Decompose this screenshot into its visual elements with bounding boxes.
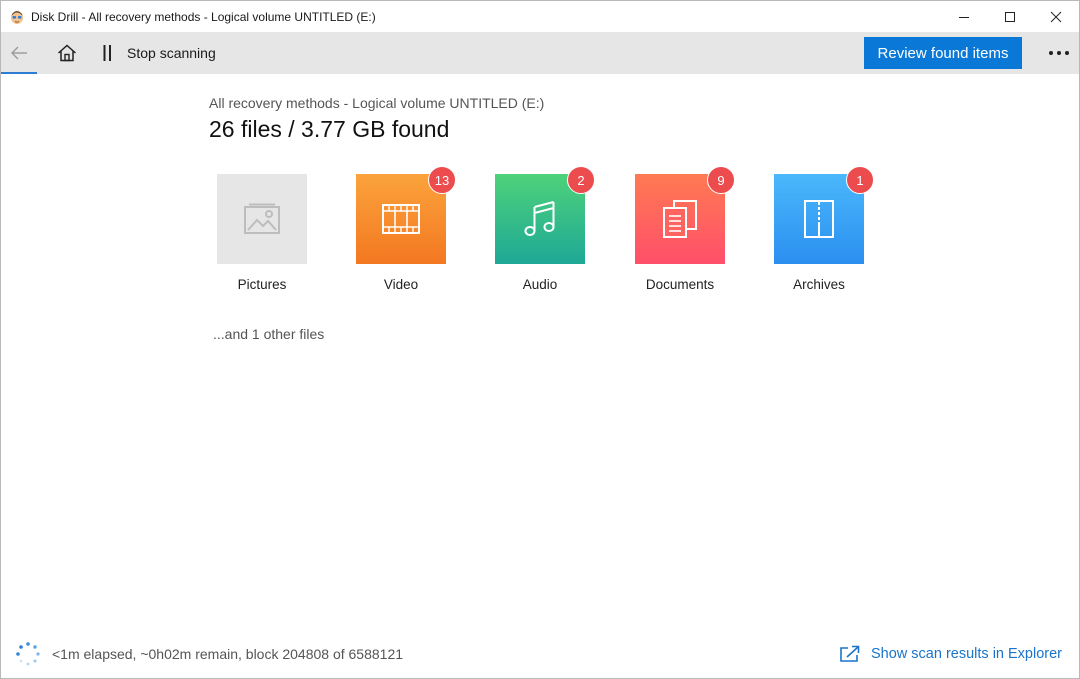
review-found-items-button[interactable]: Review found items xyxy=(864,37,1022,69)
home-button[interactable] xyxy=(49,32,85,74)
film-icon xyxy=(382,204,420,234)
stop-scanning-label: Stop scanning xyxy=(127,45,216,61)
tile-pictures[interactable]: Pictures xyxy=(217,174,309,292)
app-window: Disk Drill - All recovery methods - Logi… xyxy=(0,0,1080,679)
count-badge: 2 xyxy=(567,166,595,194)
title-bar: Disk Drill - All recovery methods - Logi… xyxy=(1,1,1079,32)
back-button-underline xyxy=(1,72,37,74)
document-icon xyxy=(663,200,697,238)
music-note-icon xyxy=(524,201,555,236)
image-icon xyxy=(244,203,280,234)
tile-video-box[interactable]: 13 xyxy=(356,166,456,264)
tile-label: Video xyxy=(383,277,419,292)
spinner-icon xyxy=(16,642,40,666)
count-badge: 13 xyxy=(428,166,456,194)
back-button[interactable] xyxy=(1,32,37,74)
window-controls xyxy=(941,1,1079,32)
show-results-label: Show scan results in Explorer xyxy=(871,646,1062,662)
tile-video[interactable]: 13 Video xyxy=(356,166,456,292)
tile-label: Pictures xyxy=(237,277,287,292)
maximize-icon xyxy=(1005,11,1015,22)
maximize-button[interactable] xyxy=(987,1,1033,32)
tile-archives[interactable]: 1 Archives xyxy=(774,166,874,292)
breadcrumb: All recovery methods - Logical volume UN… xyxy=(209,95,545,111)
disk-drill-app-icon xyxy=(9,9,25,25)
tile-label: Documents xyxy=(645,277,715,292)
show-results-in-explorer-link[interactable]: Show scan results in Explorer xyxy=(839,644,1062,664)
close-button[interactable] xyxy=(1033,1,1079,32)
stop-scanning-button[interactable]: Stop scanning xyxy=(101,32,216,74)
tile-documents-box[interactable]: 9 xyxy=(635,166,735,264)
tile-pictures-box[interactable] xyxy=(217,174,307,264)
tile-audio-box[interactable]: 2 xyxy=(495,166,595,264)
tile-audio[interactable]: 2 Audio xyxy=(495,166,595,292)
pause-icon xyxy=(103,45,111,61)
window-title: Disk Drill - All recovery methods - Logi… xyxy=(31,9,376,24)
count-badge: 1 xyxy=(846,166,874,194)
back-arrow-icon xyxy=(11,46,27,60)
tile-archives-box[interactable]: 1 xyxy=(774,166,874,264)
more-options-button[interactable] xyxy=(1041,32,1077,74)
other-files-link[interactable]: ...and 1 other files xyxy=(213,326,324,342)
more-icon xyxy=(1049,51,1069,55)
close-icon xyxy=(1050,11,1062,22)
home-icon xyxy=(58,44,76,62)
count-badge: 9 xyxy=(707,166,735,194)
page-title: 26 files / 3.77 GB found xyxy=(209,116,450,142)
minimize-icon xyxy=(959,16,969,18)
toolbar: Stop scanning Review found items xyxy=(1,32,1079,74)
external-link-icon xyxy=(840,645,860,662)
tile-label: Audio xyxy=(522,277,558,292)
tile-documents[interactable]: 9 Documents xyxy=(635,166,735,292)
archive-icon xyxy=(804,200,834,238)
minimize-button[interactable] xyxy=(941,1,987,32)
scan-progress-text: <1m elapsed, ~0h02m remain, block 204808… xyxy=(52,646,404,662)
tile-label: Archives xyxy=(793,277,845,292)
